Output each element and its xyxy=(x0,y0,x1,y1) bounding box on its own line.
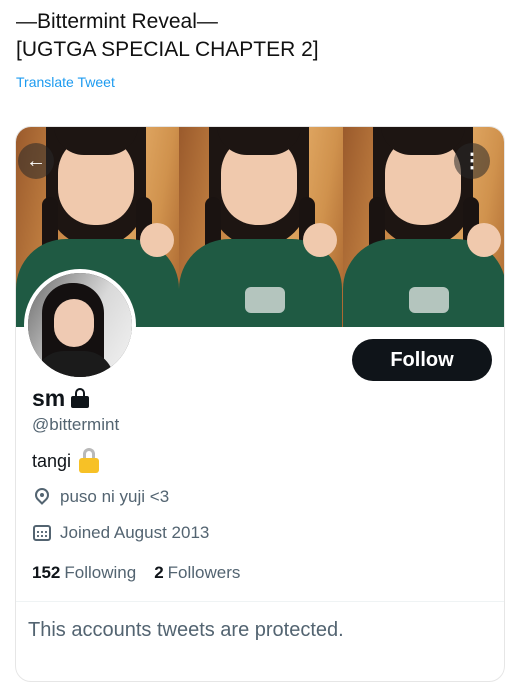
calendar-icon xyxy=(32,523,52,543)
profile-card: ← ⋮ Follow sm @bittermint tangi puso ni … xyxy=(15,126,505,682)
banner-photo-2 xyxy=(179,127,343,327)
user-handle: @bittermint xyxy=(32,415,120,434)
tweet-line-2: [UGTGA SPECIAL CHAPTER 2] xyxy=(16,38,319,61)
back-arrow-icon[interactable]: ← xyxy=(18,143,54,179)
more-options-icon[interactable]: ⋮ xyxy=(454,143,490,179)
translate-tweet-link[interactable]: Translate Tweet xyxy=(16,74,115,90)
display-name: sm xyxy=(32,385,66,411)
follow-stats: 152 Following 2 Followers xyxy=(32,563,258,583)
divider xyxy=(16,601,504,602)
location-text: puso ni yuji <3 xyxy=(60,487,170,506)
lock-icon xyxy=(71,387,90,408)
joined-text: Joined August 2013 xyxy=(60,523,210,542)
followers-count: 2 xyxy=(154,563,164,582)
bio-text: tangi xyxy=(32,451,72,471)
protected-notice: This accounts tweets are protected. xyxy=(28,619,344,641)
follow-button[interactable]: Follow xyxy=(352,339,492,381)
following-link[interactable]: 152 Following xyxy=(32,563,136,583)
location-pin-icon xyxy=(32,485,52,507)
following-label: Following xyxy=(64,563,137,582)
tweet-text: —Bittermint Reveal— [UGTGA SPECIAL CHAPT… xyxy=(16,8,319,64)
lock-emoji-icon xyxy=(79,447,100,473)
followers-link[interactable]: 2 Followers xyxy=(154,563,240,583)
joined-row: Joined August 2013 xyxy=(32,523,209,543)
avatar[interactable] xyxy=(24,269,136,381)
tweet-line-1: —Bittermint Reveal— xyxy=(16,10,218,33)
followers-label: Followers xyxy=(167,563,241,582)
location-row: puso ni yuji <3 xyxy=(32,485,170,507)
bio: tangi xyxy=(32,447,100,473)
following-count: 152 xyxy=(32,563,61,582)
name-row: sm xyxy=(32,385,90,412)
